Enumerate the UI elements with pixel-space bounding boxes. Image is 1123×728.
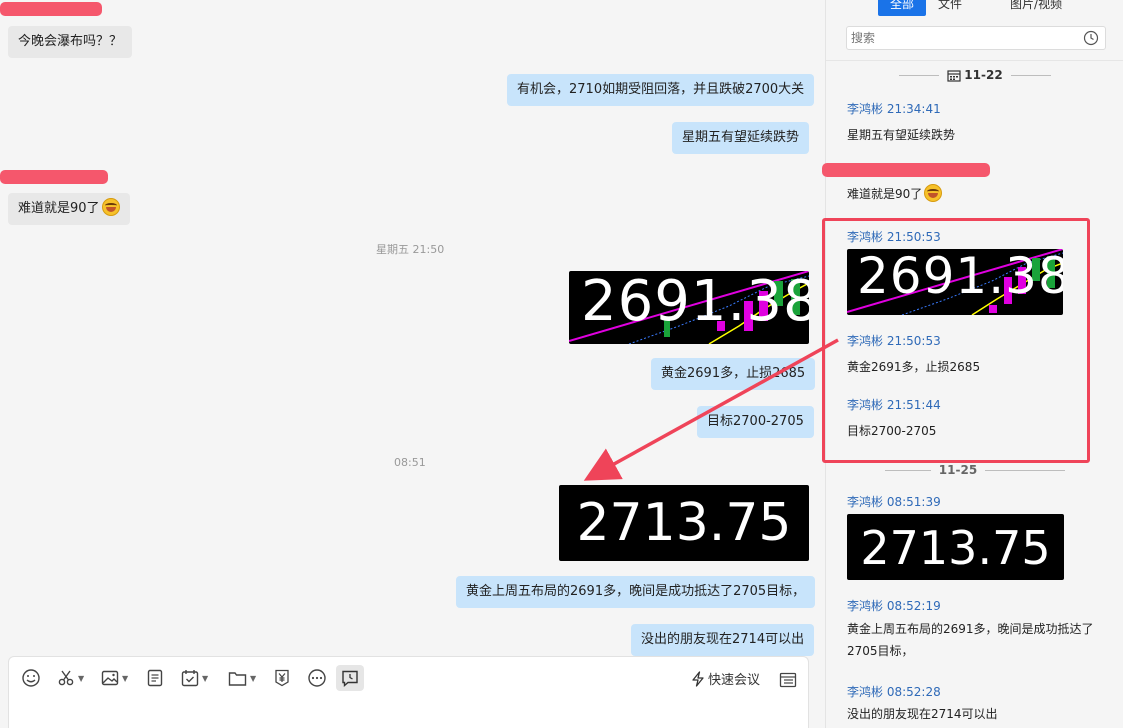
history-item[interactable]: 李鸿彬 08:52:19 黄金上周五布局的2691多，晚间是成功抵达了2705目… — [847, 597, 1107, 662]
history-search-box — [846, 26, 1106, 50]
message-bubble-incoming[interactable]: 难道就是90了 — [8, 193, 130, 225]
chat-panel: 今晚会瀑布吗？？ 有机会，2710如期受阻回落，并且跌破2700大关 星期五有望… — [0, 0, 825, 728]
image-icon — [101, 670, 119, 686]
message-text: 今晚会瀑布吗？？ — [18, 34, 123, 49]
laughing-emoji-icon — [101, 198, 120, 216]
search-input[interactable] — [851, 31, 1071, 45]
history-item[interactable]: 难道就是90了 — [847, 176, 1107, 204]
message-bubble-outgoing[interactable]: 目标2700-2705 — [697, 406, 814, 438]
message-text: 星期五有望延续跌势 — [682, 130, 800, 145]
message-text: 难道就是90了 — [18, 201, 100, 216]
more-button[interactable] — [307, 667, 327, 689]
chevron-down-icon: ▼ — [78, 673, 85, 683]
folder-icon — [228, 671, 247, 686]
chat-history-button[interactable] — [336, 665, 364, 691]
message-text: 有机会，2710如期受阻回落，并且跌破2700大关 — [517, 82, 805, 97]
scissors-icon — [58, 670, 74, 686]
clock-icon — [1083, 30, 1099, 46]
history-item[interactable]: 李鸿彬 21:34:41 星期五有望延续跌势 — [847, 100, 1107, 145]
message-text: 黄金2691多，止损2685 — [661, 366, 806, 381]
message-bubble-outgoing[interactable]: 星期五有望延续跌势 — [672, 122, 810, 154]
message-bubble-outgoing[interactable]: 黄金上周五布局的2691多，晚间是成功抵达了2705目标， — [456, 576, 816, 608]
calendar-icon — [947, 69, 961, 82]
folder-button[interactable]: ▼ — [228, 667, 256, 689]
calendar-check-icon — [181, 670, 199, 687]
lightning-icon — [692, 670, 704, 687]
tab-files[interactable]: 文件 — [926, 0, 974, 16]
history-text: 星期五有望延续跌势 — [847, 128, 956, 142]
document-icon — [147, 669, 163, 687]
date-label: 11-25 — [938, 463, 978, 477]
message-bubble-outgoing[interactable]: 没出的朋友现在2714可以出 — [631, 624, 815, 656]
document-button[interactable] — [147, 667, 163, 689]
history-item[interactable]: 李鸿彬 08:52:28 没出的朋友现在2714可以出 — [847, 683, 1107, 724]
chart-price-label: 2691.38 — [581, 271, 809, 334]
list-panel-icon — [779, 672, 797, 688]
message-bubble-outgoing[interactable]: 黄金2691多，止损2685 — [651, 358, 816, 390]
image-button[interactable]: ▼ — [101, 667, 128, 689]
history-text: 没出的朋友现在2714可以出 — [847, 707, 998, 721]
message-text: 目标2700-2705 — [707, 414, 804, 429]
quick-meeting-button[interactable]: 快速会议 — [691, 669, 760, 688]
chat-timestamp: 星期五 21:50 — [376, 243, 445, 256]
message-bubble-incoming[interactable]: 今晚会瀑布吗？？ — [8, 26, 133, 58]
expand-editor-button[interactable] — [779, 669, 797, 691]
redacted-sender-name — [0, 2, 102, 16]
message-image-chart[interactable]: 2691.38 — [569, 271, 809, 344]
history-image-price[interactable]: 2713.75 — [847, 514, 1064, 580]
message-image-price[interactable]: 2713.75 — [559, 485, 809, 561]
smile-icon — [22, 669, 40, 687]
redacted-sender-name — [822, 163, 990, 177]
chevron-down-icon: ▼ — [202, 673, 209, 683]
price-label: 2713.75 — [860, 521, 1051, 575]
quick-meeting-label: 快速会议 — [707, 673, 760, 688]
history-item[interactable]: 李鸿彬 08:51:39 2713.75 — [847, 493, 1107, 580]
date-label: 11-22 — [964, 68, 1003, 82]
sender-time: 李鸿彬 08:51:39 — [847, 495, 941, 509]
yen-shield-icon — [275, 669, 289, 687]
app-window: 今晚会瀑布吗？？ 有机会，2710如期受阻回落，并且跌破2700大关 星期五有望… — [0, 0, 1123, 728]
sender-time: 李鸿彬 21:34:41 — [847, 102, 941, 116]
laughing-emoji-icon — [924, 184, 943, 202]
redacted-sender-name — [0, 170, 108, 184]
history-text: 难道就是90了 — [847, 184, 1107, 204]
history-clock-icon — [342, 670, 358, 687]
message-bubble-outgoing[interactable]: 有机会，2710如期受阻回落，并且跌破2700大关 — [507, 74, 815, 106]
screenshot-button[interactable]: ▼ — [57, 667, 84, 689]
sender-time: 李鸿彬 08:52:28 — [847, 685, 941, 699]
history-text: 黄金上周五布局的2691多，晚间是成功抵达了2705目标， — [847, 622, 1094, 658]
date-separator: 11-22 — [826, 68, 1123, 82]
chevron-down-icon: ▼ — [250, 673, 257, 683]
message-text: 黄金上周五布局的2691多，晚间是成功抵达了2705目标， — [466, 584, 806, 599]
emoji-button[interactable] — [21, 667, 41, 689]
message-text: 没出的朋友现在2714可以出 — [641, 632, 805, 647]
date-separator: 11-25 — [826, 463, 1123, 477]
tab-all[interactable]: 全部 — [878, 0, 927, 16]
divider — [826, 60, 1123, 61]
task-button[interactable]: ▼ — [181, 667, 208, 689]
chevron-down-icon: ▼ — [122, 673, 129, 683]
more-icon — [308, 669, 326, 687]
history-text-content: 难道就是90了 — [847, 187, 923, 201]
highlight-annotation-box — [822, 218, 1090, 463]
filter-by-date-button[interactable] — [1083, 30, 1099, 53]
chat-timestamp: 08:51 — [394, 456, 426, 469]
price-label: 2713.75 — [576, 493, 792, 553]
transfer-button[interactable] — [274, 667, 290, 689]
sender-time: 李鸿彬 08:52:19 — [847, 599, 941, 613]
tab-media[interactable]: 图片/视频 — [998, 0, 1074, 16]
history-tabs: 全部 文件 图片/视频 — [878, 0, 1074, 16]
message-composer[interactable]: ▼ ▼ ▼ ▼ 快速会议 — [8, 656, 809, 728]
